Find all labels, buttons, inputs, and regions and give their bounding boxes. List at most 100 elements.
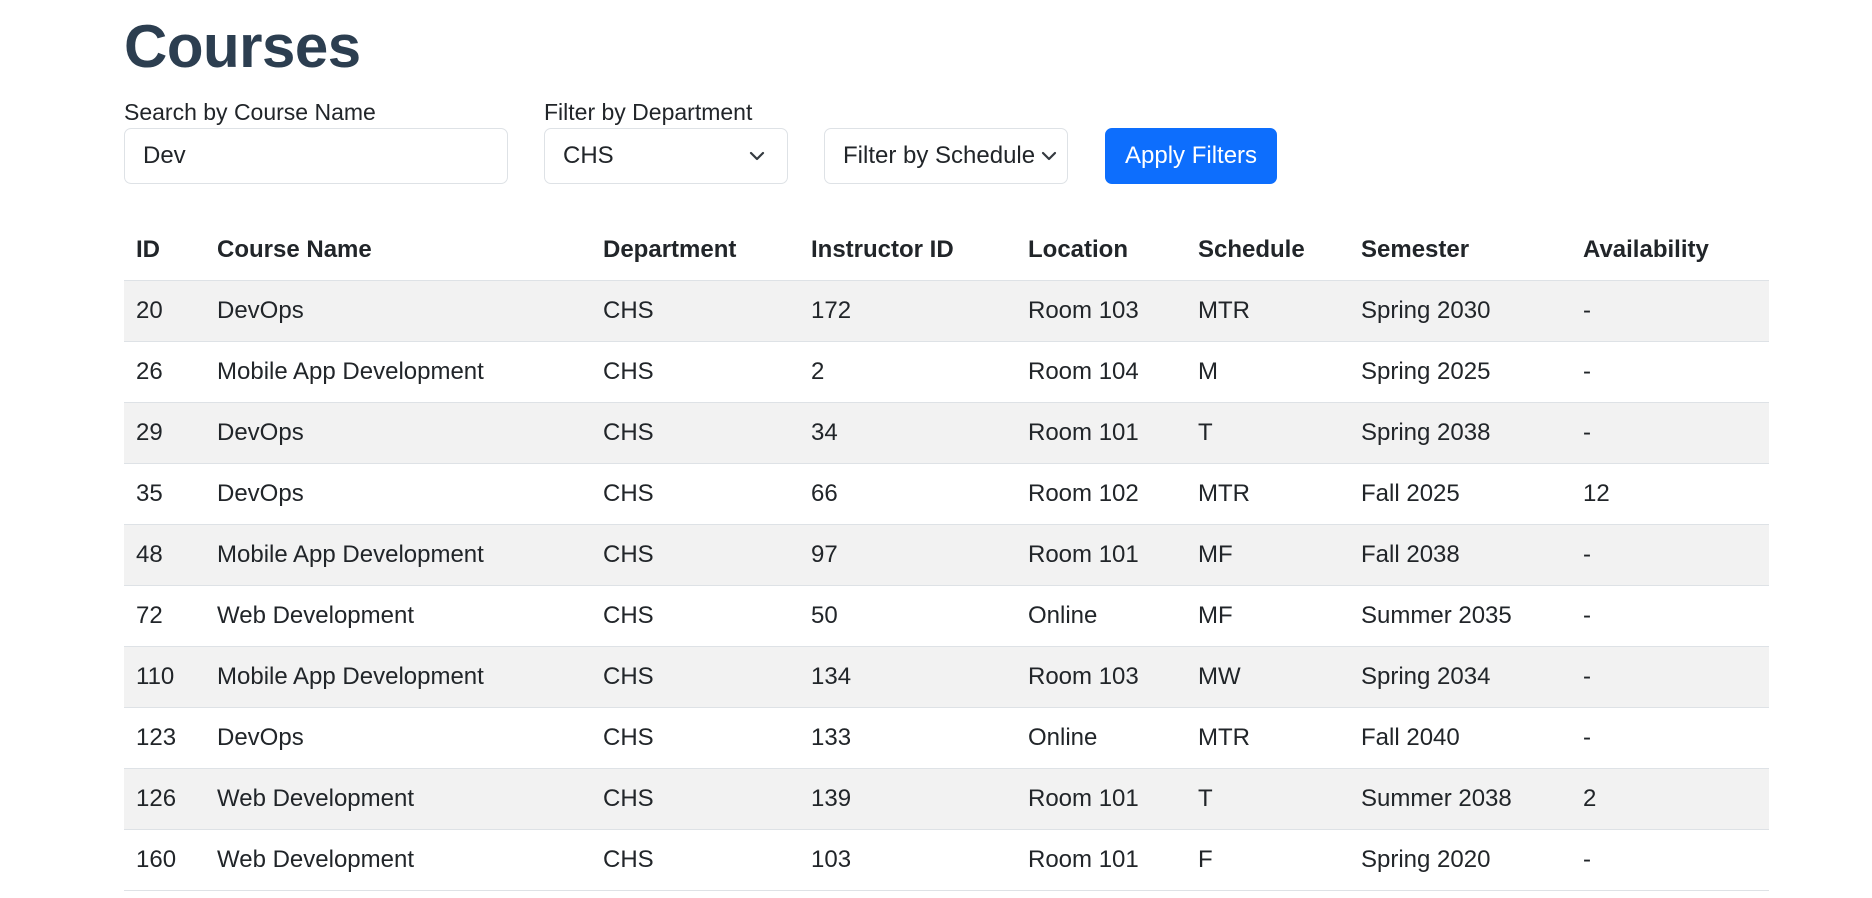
schedule-select[interactable]: Filter by Schedule <box>824 128 1068 184</box>
cell-id: 110 <box>124 646 205 708</box>
cell-schedule: MTR <box>1186 463 1349 525</box>
cell-availability: - <box>1571 829 1769 891</box>
cell-availability: - <box>1571 585 1769 647</box>
table-row[interactable]: 160 Web Development CHS 103 Room 101 F S… <box>124 829 1769 891</box>
search-input[interactable]: Dev <box>124 128 508 184</box>
cell-location: Online <box>1016 707 1186 769</box>
cell-availability: 2 <box>1571 768 1769 830</box>
cell-department: CHS <box>591 707 799 769</box>
column-header-department[interactable]: Department <box>591 220 799 281</box>
cell-location: Room 101 <box>1016 402 1186 464</box>
department-label: Filter by Department <box>544 99 753 125</box>
cell-schedule: MTR <box>1186 280 1349 342</box>
department-select-value: CHS <box>563 142 614 169</box>
column-header-location[interactable]: Location <box>1016 220 1186 281</box>
cell-availability: - <box>1571 341 1769 403</box>
cell-instructor-id: 139 <box>799 768 1016 830</box>
table-row[interactable]: 126 Web Development CHS 139 Room 101 T S… <box>124 768 1769 830</box>
cell-semester: Fall 2040 <box>1349 707 1571 769</box>
cell-location: Room 104 <box>1016 341 1186 403</box>
page-title: Courses <box>124 13 361 80</box>
cell-semester: Spring 2034 <box>1349 646 1571 708</box>
schedule-group: Filter by Schedule <box>824 98 1068 184</box>
cell-instructor-id: 172 <box>799 280 1016 342</box>
cell-department: CHS <box>591 585 799 647</box>
cell-id: 26 <box>124 341 205 403</box>
cell-instructor-id: 103 <box>799 829 1016 891</box>
cell-department: CHS <box>591 646 799 708</box>
cell-semester: Fall 2025 <box>1349 463 1571 525</box>
cell-department: CHS <box>591 768 799 830</box>
cell-id: 35 <box>124 463 205 525</box>
cell-course-name: Web Development <box>205 585 591 647</box>
filter-bar: Search by Course Name Dev Filter by Depa… <box>124 84 1769 194</box>
cell-instructor-id: 50 <box>799 585 1016 647</box>
cell-course-name: Mobile App Development <box>205 341 591 403</box>
cell-department: CHS <box>591 524 799 586</box>
cell-location: Online <box>1016 585 1186 647</box>
column-header-course-name[interactable]: Course Name <box>205 220 591 281</box>
cell-id: 123 <box>124 707 205 769</box>
cell-course-name: Mobile App Development <box>205 524 591 586</box>
cell-course-name: Web Development <box>205 768 591 830</box>
table-header: ID Course Name Department Instructor ID … <box>124 220 1769 281</box>
table-row[interactable]: 48 Mobile App Development CHS 97 Room 10… <box>124 524 1769 586</box>
column-header-availability[interactable]: Availability <box>1571 220 1769 281</box>
cell-schedule: MW <box>1186 646 1349 708</box>
table-row[interactable]: 110 Mobile App Development CHS 134 Room … <box>124 646 1769 708</box>
cell-course-name: Web Development <box>205 829 591 891</box>
table-row[interactable]: 123 DevOps CHS 133 Online MTR Fall 2040 … <box>124 707 1769 769</box>
cell-semester: Spring 2038 <box>1349 402 1571 464</box>
cell-department: CHS <box>591 341 799 403</box>
table-row[interactable]: 26 Mobile App Development CHS 2 Room 104… <box>124 341 1769 403</box>
cell-availability: - <box>1571 402 1769 464</box>
chevron-down-icon <box>749 148 765 164</box>
column-header-instructor-id[interactable]: Instructor ID <box>799 220 1016 281</box>
cell-availability: - <box>1571 646 1769 708</box>
schedule-select-value: Filter by Schedule <box>843 142 1036 169</box>
cell-course-name: DevOps <box>205 707 591 769</box>
cell-id: 48 <box>124 524 205 586</box>
cell-course-name: DevOps <box>205 402 591 464</box>
cell-location: Room 103 <box>1016 280 1186 342</box>
cell-department: CHS <box>591 463 799 525</box>
cell-id: 160 <box>124 829 205 891</box>
cell-instructor-id: 134 <box>799 646 1016 708</box>
cell-location: Room 102 <box>1016 463 1186 525</box>
table-row[interactable]: 72 Web Development CHS 50 Online MF Summ… <box>124 585 1769 647</box>
cell-location: Room 101 <box>1016 768 1186 830</box>
cell-course-name: DevOps <box>205 280 591 342</box>
column-header-id[interactable]: ID <box>124 220 205 281</box>
cell-semester: Summer 2038 <box>1349 768 1571 830</box>
cell-course-name: Mobile App Development <box>205 646 591 708</box>
cell-availability: 12 <box>1571 463 1769 525</box>
cell-department: CHS <box>591 402 799 464</box>
table-row[interactable]: 35 DevOps CHS 66 Room 102 MTR Fall 2025 … <box>124 463 1769 525</box>
apply-filters-button[interactable]: Apply Filters <box>1105 128 1278 184</box>
column-header-semester[interactable]: Semester <box>1349 220 1571 281</box>
cell-instructor-id: 133 <box>799 707 1016 769</box>
cell-semester: Summer 2035 <box>1349 585 1571 647</box>
cell-department: CHS <box>591 280 799 342</box>
cell-availability: - <box>1571 707 1769 769</box>
cell-instructor-id: 34 <box>799 402 1016 464</box>
cell-availability: - <box>1571 280 1769 342</box>
table-row[interactable]: 20 DevOps CHS 172 Room 103 MTR Spring 20… <box>124 280 1769 342</box>
cell-schedule: T <box>1186 402 1349 464</box>
cell-location: Room 101 <box>1016 524 1186 586</box>
search-input-value: Dev <box>143 142 186 169</box>
cell-id: 20 <box>124 280 205 342</box>
cell-instructor-id: 66 <box>799 463 1016 525</box>
department-select[interactable]: CHS <box>544 128 788 184</box>
cell-availability: - <box>1571 524 1769 586</box>
table-row[interactable]: 29 DevOps CHS 34 Room 101 T Spring 2038 … <box>124 402 1769 464</box>
cell-department: CHS <box>591 829 799 891</box>
department-group: Filter by Department CHS <box>544 98 788 184</box>
column-header-schedule[interactable]: Schedule <box>1186 220 1349 281</box>
cell-schedule: MTR <box>1186 707 1349 769</box>
search-group: Search by Course Name Dev <box>124 98 508 184</box>
cell-course-name: DevOps <box>205 463 591 525</box>
cell-semester: Spring 2030 <box>1349 280 1571 342</box>
cell-id: 126 <box>124 768 205 830</box>
cell-schedule: MF <box>1186 585 1349 647</box>
